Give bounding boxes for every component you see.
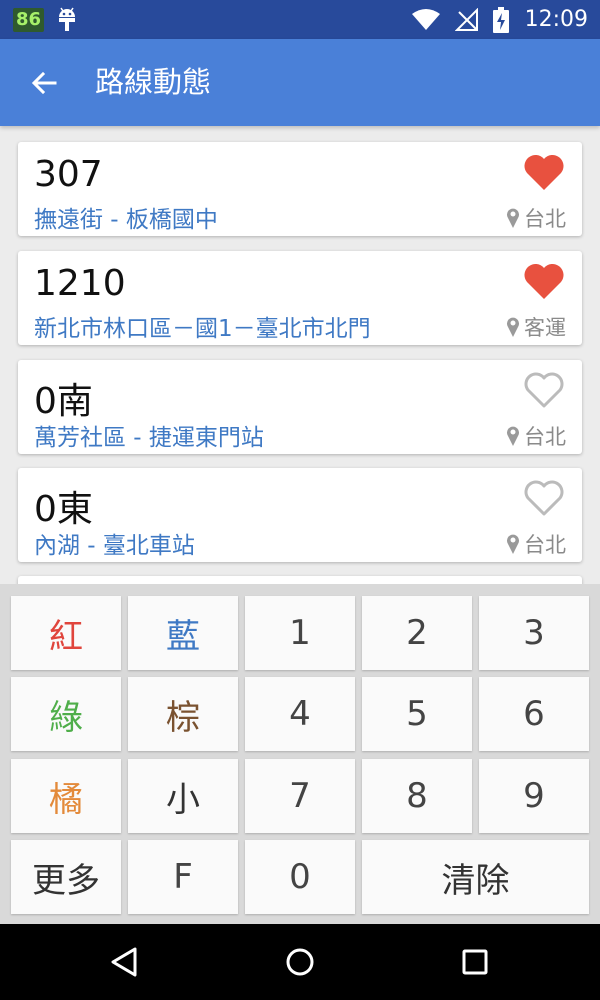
route-number: 1210 (34, 263, 126, 304)
key-label: 7 (289, 776, 311, 816)
location-label: 台北 (524, 425, 566, 449)
no-signal-icon (454, 7, 478, 31)
key-red[interactable]: 紅 (11, 596, 121, 670)
status-bar: 86 12:09 (0, 0, 600, 39)
route-number: 307 (34, 154, 103, 195)
heart-outline-icon[interactable] (522, 370, 566, 410)
keypad: 紅 藍 1 2 3 綠 棕 4 5 6 橘 小 7 8 9 更多 F 0 清除 (0, 584, 600, 924)
key-label: 4 (289, 694, 311, 734)
heart-outline-icon[interactable] (522, 478, 566, 518)
map-pin-icon (507, 317, 519, 337)
route-card[interactable]: 307 撫遠街 - 板橋國中 台北 (18, 142, 582, 236)
heart-icon[interactable] (522, 152, 566, 192)
route-card[interactable]: 0東 內湖 - 臺北車站 台北 (18, 468, 582, 562)
triangle-back-icon (111, 947, 137, 977)
clear-button[interactable]: 清除 (362, 840, 589, 914)
key-7[interactable]: 7 (245, 759, 355, 833)
key-0[interactable]: 0 (245, 840, 355, 914)
key-8[interactable]: 8 (362, 759, 472, 833)
back-button[interactable] (22, 61, 66, 105)
route-card[interactable] (18, 576, 582, 584)
route-location: 台北 (506, 529, 566, 559)
route-number: 0東 (34, 489, 93, 530)
route-description: 內湖 - 臺北車站 (34, 533, 195, 559)
heart-icon[interactable] (522, 261, 566, 301)
key-more[interactable]: 更多 (11, 840, 121, 914)
key-label: 2 (406, 613, 428, 653)
square-recent-icon (462, 949, 488, 975)
key-6[interactable]: 6 (479, 677, 589, 751)
app-bar: 路線動態 (0, 39, 600, 126)
route-description: 萬芳社區 - 捷運東門站 (34, 425, 264, 451)
key-label: 綠 (49, 697, 83, 738)
battery-charging-icon (492, 6, 509, 33)
route-description: 撫遠街 - 板橋國中 (34, 207, 218, 233)
key-1[interactable]: 1 (245, 596, 355, 670)
circle-home-icon (286, 948, 314, 976)
route-location: 台北 (506, 203, 566, 233)
key-label: 更多 (32, 860, 100, 901)
route-location: 客運 (506, 312, 566, 342)
key-label: 橘 (49, 779, 83, 820)
android-icon (59, 7, 75, 31)
nav-home-button[interactable] (280, 942, 320, 982)
key-label: 0 (289, 857, 311, 897)
key-brown[interactable]: 棕 (128, 677, 238, 751)
key-label: 藍 (166, 616, 200, 657)
route-number: 0南 (34, 381, 93, 422)
key-label: 5 (406, 694, 428, 734)
map-pin-icon (507, 208, 519, 228)
nav-back-button[interactable] (104, 942, 144, 982)
key-blue[interactable]: 藍 (128, 596, 238, 670)
key-label: 6 (523, 694, 545, 734)
key-label: 8 (406, 776, 428, 816)
key-3[interactable]: 3 (479, 596, 589, 670)
route-location: 台北 (506, 421, 566, 451)
key-label: 9 (523, 776, 545, 816)
key-green[interactable]: 綠 (11, 677, 121, 751)
key-orange[interactable]: 橘 (11, 759, 121, 833)
route-description: 新北市林口區－國1－臺北市北門 (34, 316, 371, 342)
nav-recent-button[interactable] (455, 942, 495, 982)
page-title: 路線動態 (95, 65, 212, 99)
map-pin-icon (507, 426, 519, 446)
arrow-left-icon (31, 71, 57, 95)
key-f[interactable]: F (128, 840, 238, 914)
key-label: 小 (166, 779, 200, 820)
key-9[interactable]: 9 (479, 759, 589, 833)
key-label: 紅 (49, 616, 83, 657)
location-label: 台北 (524, 533, 566, 557)
key-2[interactable]: 2 (362, 596, 472, 670)
wifi-icon (411, 8, 440, 30)
route-card[interactable]: 1210 新北市林口區－國1－臺北市北門 客運 (18, 251, 582, 345)
key-label: 1 (289, 613, 311, 653)
key-small[interactable]: 小 (128, 759, 238, 833)
navigation-bar (0, 924, 600, 1000)
map-pin-icon (507, 534, 519, 554)
route-card[interactable]: 0南 萬芳社區 - 捷運東門站 台北 (18, 360, 582, 454)
route-list: 307 撫遠街 - 板橋國中 台北 1210 新北市林口區－國1－臺北市北門 客… (0, 126, 600, 584)
key-label: F (173, 857, 193, 897)
key-label: 3 (523, 613, 545, 653)
key-5[interactable]: 5 (362, 677, 472, 751)
key-label: 清除 (441, 860, 510, 901)
clock: 12:09 (524, 7, 588, 32)
location-label: 客運 (524, 316, 566, 340)
key-4[interactable]: 4 (245, 677, 355, 751)
key-label: 棕 (166, 697, 200, 738)
notification-badge: 86 (13, 8, 45, 32)
location-label: 台北 (524, 207, 566, 231)
